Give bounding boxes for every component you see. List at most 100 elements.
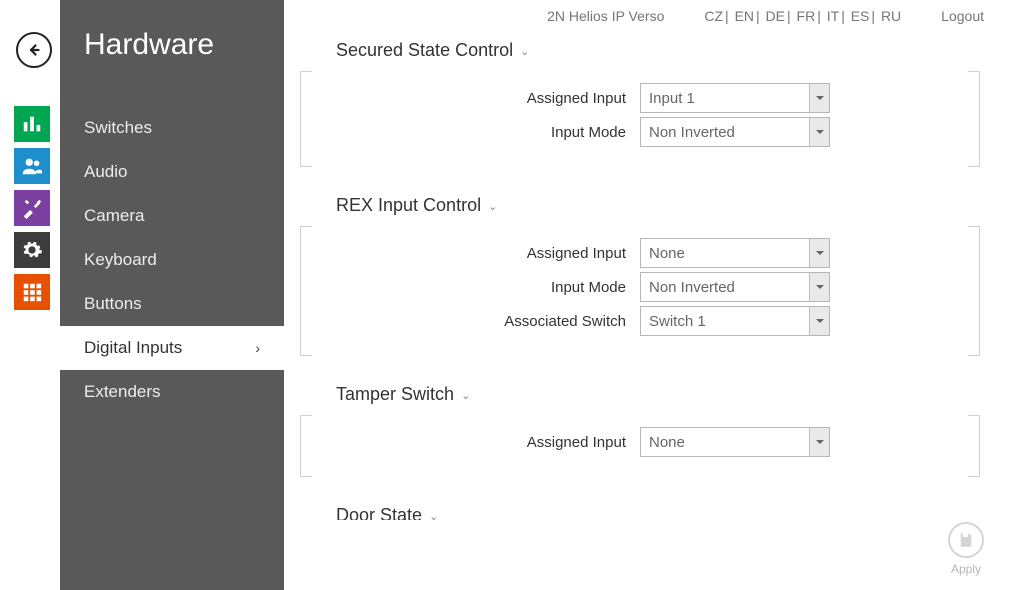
sidebar-item-keyboard[interactable]: Keyboard xyxy=(60,238,284,282)
section-title[interactable]: Secured State Control ⌄ xyxy=(300,40,980,61)
lang-de[interactable]: DE xyxy=(766,8,785,24)
arrow-left-icon xyxy=(25,41,43,59)
bracket-right xyxy=(968,226,980,356)
row-input-mode: Input Mode Non Inverted xyxy=(300,117,980,147)
field-label: Assigned Input xyxy=(300,245,640,262)
dropdown-button[interactable] xyxy=(809,84,829,112)
section-door-state: Door State ⌄ Assigned Input None Input M… xyxy=(300,505,980,520)
dropdown-button[interactable] xyxy=(809,239,829,267)
tools-icon xyxy=(21,197,43,219)
dropdown-button[interactable] xyxy=(809,307,829,335)
assigned-input-select[interactable]: None xyxy=(640,238,830,268)
sidebar-item-label: Extenders xyxy=(84,382,161,402)
sidebar-item-label: Buttons xyxy=(84,294,142,314)
section-body: Assigned Input Input 1 Input Mode Non In… xyxy=(300,71,980,167)
lang-cz[interactable]: CZ xyxy=(704,8,723,24)
associated-switch-select[interactable]: Switch 1 xyxy=(640,306,830,336)
select-value: Non Inverted xyxy=(641,124,809,141)
bracket-left xyxy=(300,71,312,167)
sidebar-item-digital-inputs[interactable]: Digital Inputs › xyxy=(60,326,284,370)
services-tile[interactable] xyxy=(14,190,50,226)
chevron-down-icon xyxy=(815,282,825,292)
apply-button[interactable]: Apply xyxy=(948,522,984,576)
language-switch: CZ| EN| DE| FR| IT| ES| RU xyxy=(704,8,901,24)
main-content: Secured State Control ⌄ Assigned Input I… xyxy=(300,40,980,520)
logout-link[interactable]: Logout xyxy=(941,8,984,24)
lang-ru[interactable]: RU xyxy=(881,8,901,24)
chevron-down-icon xyxy=(815,93,825,103)
device-name: 2N Helios IP Verso xyxy=(547,8,664,24)
field-label: Associated Switch xyxy=(300,313,640,330)
section-title[interactable]: Tamper Switch ⌄ xyxy=(300,384,980,405)
field-label: Assigned Input xyxy=(300,90,640,107)
row-associated-switch: Associated Switch Switch 1 xyxy=(300,306,980,336)
back-button[interactable] xyxy=(16,32,52,68)
bracket-right xyxy=(968,71,980,167)
chevron-down-icon xyxy=(815,248,825,258)
grid-icon xyxy=(21,281,43,303)
sidebar-item-switches[interactable]: Switches xyxy=(60,106,284,150)
chevron-down-icon: ⌄ xyxy=(429,511,438,520)
section-body: Assigned Input None Input Mode Non Inver… xyxy=(300,226,980,356)
bracket-right xyxy=(968,415,980,477)
sidebar-nav: Switches Audio Camera Keyboard Buttons D… xyxy=(60,106,284,414)
bar-chart-icon xyxy=(21,113,43,135)
bracket-left xyxy=(300,226,312,356)
assigned-input-select[interactable]: None xyxy=(640,427,830,457)
dropdown-button[interactable] xyxy=(809,428,829,456)
row-input-mode: Input Mode Non Inverted xyxy=(300,272,980,302)
input-mode-select[interactable]: Non Inverted xyxy=(640,117,830,147)
system-tile[interactable] xyxy=(14,274,50,310)
save-icon xyxy=(957,531,975,549)
select-value: Non Inverted xyxy=(641,279,809,296)
gear-icon xyxy=(21,239,43,261)
sidebar-item-label: Keyboard xyxy=(84,250,157,270)
apply-button-circle xyxy=(948,522,984,558)
hardware-tile[interactable] xyxy=(14,232,50,268)
section-title[interactable]: REX Input Control ⌄ xyxy=(300,195,980,216)
select-value: Switch 1 xyxy=(641,313,809,330)
chevron-down-icon xyxy=(815,127,825,137)
chevron-right-icon: › xyxy=(255,340,260,356)
chevron-down-icon: ⌄ xyxy=(488,201,497,213)
dropdown-button[interactable] xyxy=(809,273,829,301)
select-value: None xyxy=(641,245,809,262)
chevron-down-icon xyxy=(815,437,825,447)
row-assigned-input: Assigned Input None xyxy=(300,238,980,268)
lang-en[interactable]: EN xyxy=(735,8,754,24)
field-label: Input Mode xyxy=(300,279,640,296)
field-label: Input Mode xyxy=(300,124,640,141)
sidebar: Hardware Switches Audio Camera Keyboard … xyxy=(60,0,284,590)
directory-tile[interactable] xyxy=(14,148,50,184)
input-mode-select[interactable]: Non Inverted xyxy=(640,272,830,302)
sidebar-item-camera[interactable]: Camera xyxy=(60,194,284,238)
section-body: Assigned Input None xyxy=(300,415,980,477)
chevron-down-icon: ⌄ xyxy=(461,390,470,402)
row-assigned-input: Assigned Input Input 1 xyxy=(300,83,980,113)
lang-es[interactable]: ES xyxy=(851,8,870,24)
bracket-left xyxy=(300,415,312,477)
dropdown-button[interactable] xyxy=(809,118,829,146)
section-title[interactable]: Door State ⌄ xyxy=(300,505,980,520)
chevron-down-icon xyxy=(815,316,825,326)
sidebar-item-extenders[interactable]: Extenders xyxy=(60,370,284,414)
sidebar-item-label: Camera xyxy=(84,206,144,226)
field-label: Assigned Input xyxy=(300,434,640,451)
sidebar-item-label: Digital Inputs xyxy=(84,338,182,358)
page-title: Hardware xyxy=(60,0,284,106)
sidebar-item-buttons[interactable]: Buttons xyxy=(60,282,284,326)
assigned-input-select[interactable]: Input 1 xyxy=(640,83,830,113)
users-icon xyxy=(21,155,43,177)
section-secured-state-control: Secured State Control ⌄ Assigned Input I… xyxy=(300,40,980,167)
lang-it[interactable]: IT xyxy=(827,8,839,24)
status-tile[interactable] xyxy=(14,106,50,142)
section-rex-input-control: REX Input Control ⌄ Assigned Input None … xyxy=(300,195,980,356)
row-assigned-input: Assigned Input None xyxy=(300,427,980,457)
section-tamper-switch: Tamper Switch ⌄ Assigned Input None xyxy=(300,384,980,477)
apply-label: Apply xyxy=(951,562,981,576)
select-value: Input 1 xyxy=(641,90,809,107)
lang-fr[interactable]: FR xyxy=(797,8,816,24)
module-tiles xyxy=(14,106,50,310)
sidebar-item-audio[interactable]: Audio xyxy=(60,150,284,194)
sidebar-item-label: Switches xyxy=(84,118,152,138)
